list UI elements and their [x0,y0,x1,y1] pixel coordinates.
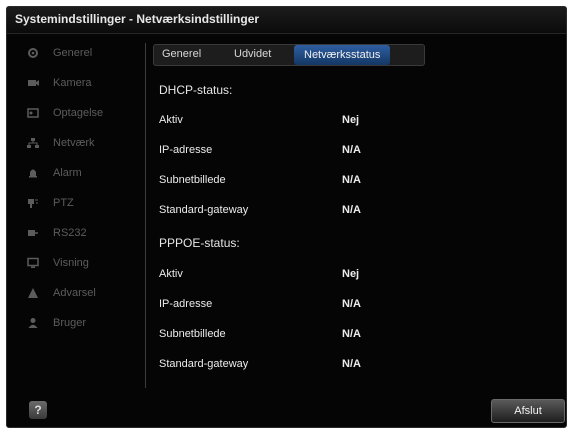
dhcp-active-label: Aktiv [159,114,183,126]
sidebar-item-label: Visning [53,257,89,269]
help-icon[interactable]: ? [29,401,47,419]
sidebar-item-kamera[interactable]: Kamera [15,73,143,95]
tab-bar: Generel Udvidet Netværksstatus [153,44,425,66]
sidebar-item-generel[interactable]: Generel [15,43,143,65]
sidebar-item-visning[interactable]: Visning [15,253,143,275]
ptz-icon [28,199,38,208]
sidebar-item-optagelse[interactable]: Optagelse [15,103,143,125]
sidebar-item-bruger[interactable]: Bruger [15,313,143,335]
sidebar-item-label: Alarm [53,167,82,179]
network-icon [27,138,39,148]
sidebar-divider [145,43,146,388]
sidebar-item-label: Netværk [53,137,95,149]
warning-icon [28,288,38,298]
dhcp-subnet-value: N/A [342,174,361,186]
dhcp-gateway-value: N/A [342,204,361,216]
recording-icon [27,108,39,118]
sidebar-item-ptz[interactable]: PTZ [15,193,143,215]
dhcp-subnet-label: Subnetbillede [159,174,226,186]
serial-port-icon [28,230,38,236]
pppoe-subnet-value: N/A [342,328,361,340]
sidebar-item-netvaerk[interactable]: Netværk [15,133,143,155]
gear-icon [28,48,38,58]
settings-sidebar: Generel Kamera Optagelse Netværk Alarm P… [15,41,143,391]
sidebar-item-label: Kamera [53,77,92,89]
pppoe-status-heading: PPPOE-status: [159,236,240,250]
pppoe-gateway-value: N/A [342,358,361,370]
pppoe-active-label: Aktiv [159,268,183,280]
sidebar-item-label: Bruger [53,317,87,329]
afslut-button[interactable]: Afslut [491,399,565,423]
sidebar-item-label: Advarsel [53,287,96,299]
user-icon [28,318,38,328]
pppoe-ip-label: IP-adresse [159,298,213,310]
monitor-icon [27,257,39,268]
pppoe-ip-value: N/A [342,298,361,310]
sidebar-item-label: Optagelse [53,107,104,119]
settings-window: Systemindstillinger - Netværksindstillin… [6,6,567,428]
pppoe-gateway-label: Standard-gateway [159,358,249,370]
sidebar-item-label: RS232 [53,227,87,239]
sidebar-item-label: Generel [53,47,93,59]
sidebar-item-alarm[interactable]: Alarm [15,163,143,185]
tab-generel[interactable]: Generel [162,48,201,60]
dhcp-status-heading: DHCP-status: [159,83,233,97]
sidebar-item-advarsel[interactable]: Advarsel [15,283,143,305]
sidebar-item-rs232[interactable]: RS232 [15,223,143,245]
tab-netvaerksstatus[interactable]: Netværksstatus [294,45,391,65]
camera-icon [28,80,39,86]
alarm-bell-icon [29,169,37,178]
title-bar: Systemindstillinger - Netværksindstillin… [7,7,566,34]
dhcp-active-value: Nej [342,114,360,126]
dhcp-ip-label: IP-adresse [159,144,213,156]
pppoe-active-value: Nej [342,268,360,280]
pppoe-subnet-label: Subnetbillede [159,328,226,340]
sidebar-item-label: PTZ [53,197,74,209]
window-title: Systemindstillinger - Netværksindstillin… [15,12,260,26]
dhcp-ip-value: N/A [342,144,361,156]
tab-udvidet[interactable]: Udvidet [234,48,271,60]
dhcp-gateway-label: Standard-gateway [159,204,249,216]
